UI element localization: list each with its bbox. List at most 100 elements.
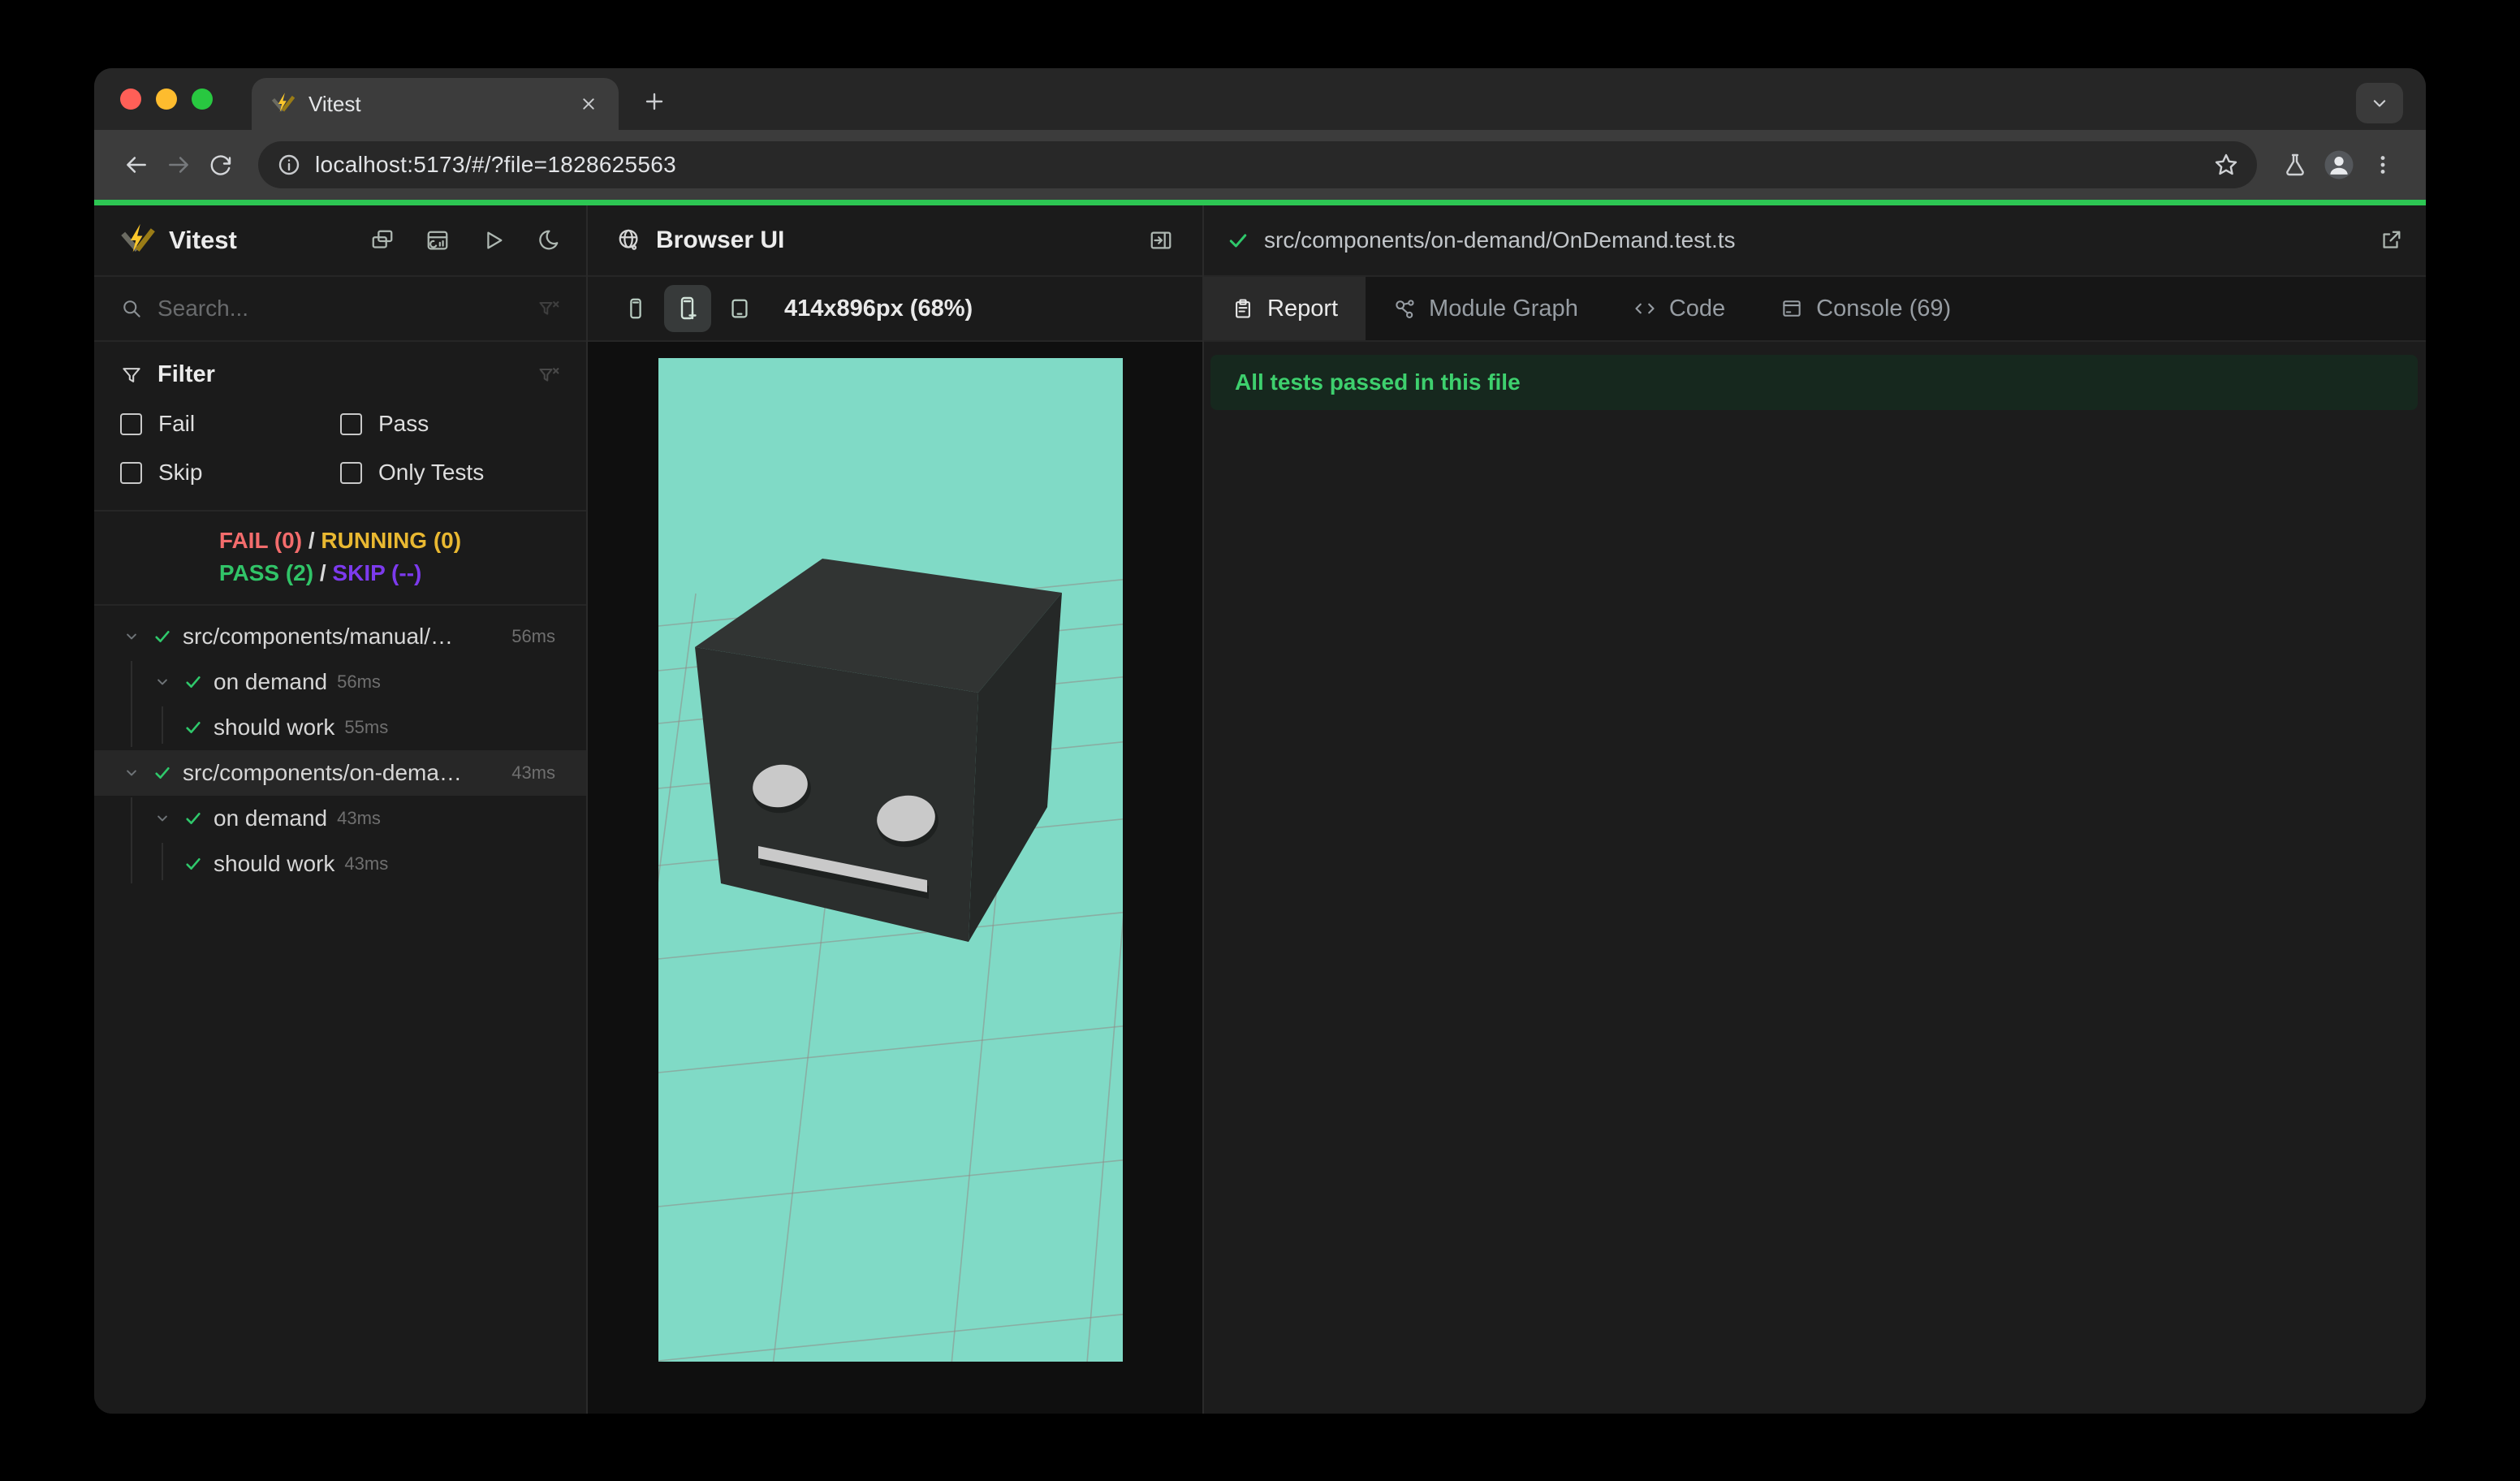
duration-badge: 43ms [337,808,381,828]
run-all-tests-icon[interactable] [481,228,505,253]
test-summary: FAIL (0) / RUNNING (0) PASS (2) / SKIP (… [94,512,586,606]
menu-kebab-icon[interactable] [2361,143,2405,187]
check-icon [152,762,173,784]
sidebar: Vitest Search... Filter Fail Pass Skip O… [94,205,586,1414]
tab-code[interactable]: Code [1606,277,1753,340]
window-controls [94,68,252,130]
close-window-button[interactable] [120,89,141,110]
browser-ui-panel: Browser UI 414x896px (68%) [588,205,1202,1414]
console-icon [1780,297,1803,320]
file-path: src/components/on-demand/OnDemand.test.t… [1264,227,1736,253]
filter-checkbox-pass[interactable]: Pass [340,411,560,437]
check-icon [183,808,204,829]
globe-icon [617,228,641,253]
filter-checkbox-only-tests[interactable]: Only Tests [340,460,560,486]
tab-console[interactable]: Console (69) [1753,277,1978,340]
filter-options: Fail Pass Skip Only Tests [120,411,560,486]
vitest-ui-page: Vitest Search... Filter Fail Pass Skip O… [94,200,2426,1414]
search-icon [120,297,143,320]
test-case-row[interactable]: should work 55ms [94,705,586,750]
dark-mode-moon-icon[interactable] [536,228,560,253]
robot-head-3d-scene [593,358,1150,1374]
search-placeholder[interactable]: Search... [158,296,523,322]
experiments-flask-icon[interactable] [2273,143,2317,187]
filter-checkbox-skip[interactable]: Skip [120,460,340,486]
tab-strip: Vitest [94,68,2426,130]
summary-line-2: PASS (2) / SKIP (--) [218,560,422,585]
running-count: RUNNING (0) [321,528,462,553]
close-tab-icon[interactable] [578,93,599,114]
tab-report[interactable]: Report [1204,277,1366,340]
clear-filters-icon[interactable] [537,364,560,386]
test-tree: src/components/manual/… 56ms on demand 5… [94,606,586,1414]
duration-badge: 43ms [344,853,389,874]
test-file-row-selected[interactable]: src/components/on-dema… 43ms [94,750,586,796]
test-viewport-area [588,342,1202,1414]
chevron-down-icon[interactable] [121,762,142,784]
bookmark-star-icon[interactable] [2213,152,2239,178]
file-pass-check-icon [1227,229,1249,252]
test-file-group: src/components/manual/… 56ms on demand 5… [94,614,586,750]
browser-toolbar: localhost:5173/#/?file=1828625563 [94,130,2426,200]
url-text[interactable]: localhost:5173/#/?file=1828625563 [315,152,2200,178]
vitest-logo-icon [120,222,156,258]
check-icon [183,853,204,874]
filter-funnel-icon [120,364,143,386]
checkbox-icon[interactable] [120,412,142,435]
tab-title: Vitest [309,91,361,116]
duration-badge: 56ms [337,671,381,692]
dashboard-overlay-icon[interactable] [370,228,395,253]
tab-module-graph[interactable]: Module Graph [1366,277,1606,340]
tested-app-iframe[interactable] [593,358,1150,1374]
chevron-down-icon[interactable] [152,671,173,693]
code-icon [1633,297,1656,320]
profile-avatar-icon[interactable] [2317,143,2361,187]
duration-badge: 43ms [511,762,555,783]
filter-section: Filter Fail Pass Skip Only Tests [94,342,586,512]
pass-count: PASS (2) [218,560,314,585]
device-phone-small-icon[interactable] [612,285,659,332]
new-tab-icon[interactable] [641,89,667,119]
maximize-window-button[interactable] [192,89,213,110]
skip-count: SKIP (--) [332,560,422,585]
open-in-editor-icon[interactable] [2379,228,2403,253]
summary-line-1: FAIL (0) / RUNNING (0) [218,528,462,553]
clear-search-filter-icon[interactable] [537,297,560,320]
report-dashboard-icon[interactable] [425,228,450,253]
checkbox-icon[interactable] [340,461,362,484]
device-toolbar: 414x896px (68%) [588,277,1202,342]
app-title: Vitest [169,226,237,254]
clipboard-icon [1232,297,1254,320]
address-bar[interactable]: localhost:5173/#/?file=1828625563 [258,141,2257,188]
browser-ui-header: Browser UI [588,205,1202,277]
filter-checkbox-fail[interactable]: Fail [120,411,340,437]
device-phone-plus-icon[interactable] [664,285,711,332]
test-suite-row[interactable]: on demand 56ms [94,659,586,705]
fail-count: FAIL (0) [218,528,303,553]
browser-tab[interactable]: Vitest [252,78,619,130]
minimize-window-button[interactable] [156,89,177,110]
forward-icon[interactable] [158,144,200,186]
chevron-down-icon[interactable] [152,808,173,829]
test-suite-row[interactable]: on demand 43ms [94,796,586,841]
checkbox-icon[interactable] [340,412,362,435]
chevron-down-icon[interactable] [121,626,142,647]
test-file-row[interactable]: src/components/manual/… 56ms [94,614,586,659]
browser-window: Vitest localhost:5173/#/?file=1828625563… [94,68,2426,1414]
vitest-favicon-icon [271,92,296,116]
viewport-size-label[interactable]: 414x896px (68%) [784,296,973,322]
back-icon[interactable] [115,144,158,186]
filter-header: Filter [120,361,560,388]
search-bar[interactable]: Search... [94,277,586,342]
check-icon [152,626,173,647]
tab-search-button[interactable] [2356,83,2403,123]
device-tablet-icon[interactable] [716,285,763,332]
expand-panel-icon[interactable] [1149,228,1173,253]
duration-badge: 56ms [511,626,555,646]
test-file-group: src/components/on-dema… 43ms on demand 4… [94,750,586,887]
browser-ui-title: Browser UI [656,227,785,253]
reload-icon[interactable] [200,144,242,186]
site-info-icon[interactable] [276,152,302,178]
checkbox-icon[interactable] [120,461,142,484]
test-case-row[interactable]: should work 43ms [94,841,586,887]
